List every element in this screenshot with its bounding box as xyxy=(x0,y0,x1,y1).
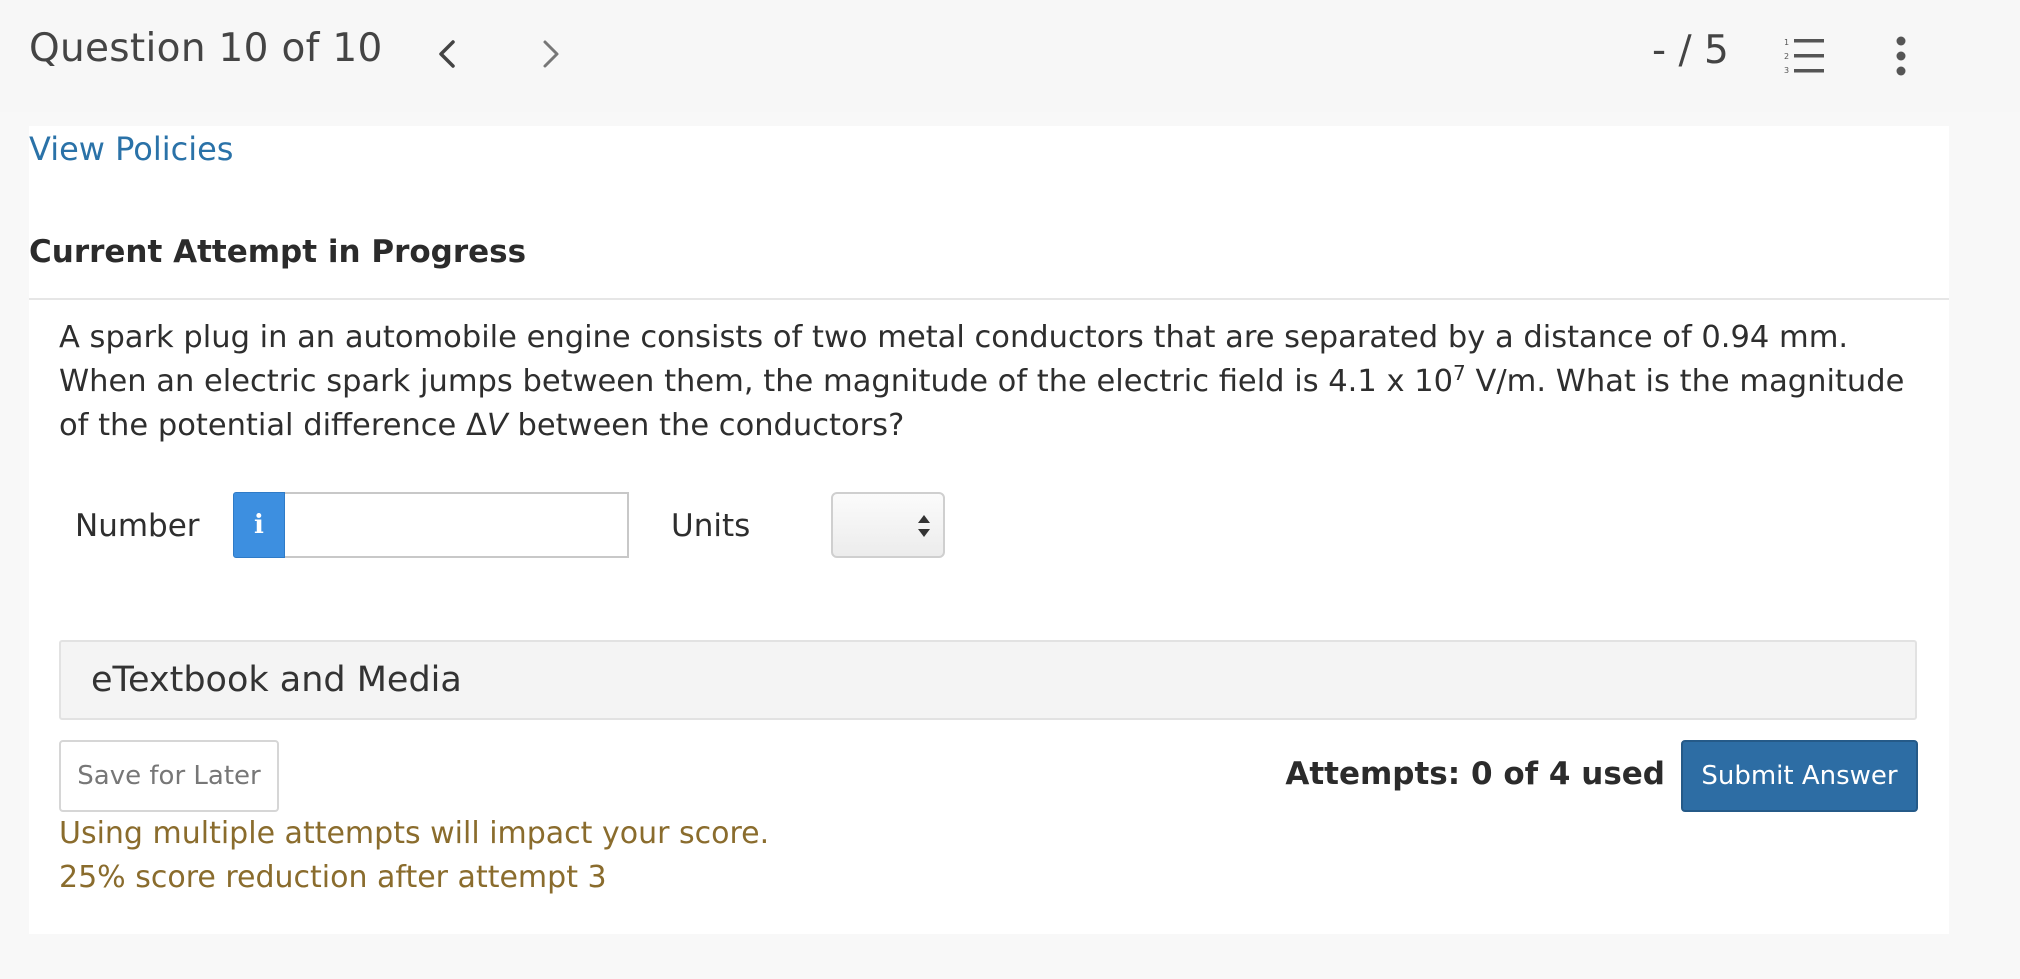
svg-text:3: 3 xyxy=(1784,66,1789,75)
attempt-warning: Using multiple attempts will impact your… xyxy=(59,816,770,851)
units-select[interactable] xyxy=(831,492,945,558)
svg-text:1: 1 xyxy=(1784,38,1789,47)
attempt-heading: Current Attempt in Progress xyxy=(29,234,527,270)
question-counter: Question 10 of 10 xyxy=(29,26,383,71)
etextbook-media-label: eTextbook and Media xyxy=(91,660,462,700)
number-input[interactable] xyxy=(285,492,629,558)
attempts-counter: Attempts: 0 of 4 used xyxy=(1285,756,1665,792)
number-label: Number xyxy=(75,508,200,544)
score-reduction-note: 25% score reduction after attempt 3 xyxy=(59,860,607,895)
info-button[interactable]: i xyxy=(233,492,285,558)
more-vertical-icon[interactable] xyxy=(1884,34,1918,78)
etextbook-media-panel[interactable]: eTextbook and Media xyxy=(59,640,1917,720)
submit-answer-button[interactable]: Submit Answer xyxy=(1681,740,1918,812)
chevron-right-icon xyxy=(543,40,559,68)
question-score: - / 5 xyxy=(1652,28,1729,73)
svg-text:2: 2 xyxy=(1784,52,1789,61)
question-part-3: between the conductors? xyxy=(507,408,905,443)
info-icon: i xyxy=(254,510,264,540)
previous-question-button[interactable] xyxy=(427,34,467,74)
question-header: Question 10 of 10 - / 5 1 2 3 xyxy=(0,0,2020,112)
save-for-later-button[interactable]: Save for Later xyxy=(59,740,279,812)
units-label: Units xyxy=(671,508,751,544)
divider xyxy=(29,298,1949,300)
select-arrows-icon xyxy=(918,515,930,537)
chevron-left-icon xyxy=(439,40,455,68)
numbered-list-icon[interactable]: 1 2 3 xyxy=(1782,36,1826,76)
question-variable: V xyxy=(486,408,508,443)
view-policies-link[interactable]: View Policies xyxy=(29,130,233,168)
question-exponent: 7 xyxy=(1453,360,1466,385)
next-question-button[interactable] xyxy=(531,34,571,74)
question-card: View Policies Current Attempt in Progres… xyxy=(29,126,1949,934)
question-text: A spark plug in an automobile engine con… xyxy=(59,316,1929,448)
